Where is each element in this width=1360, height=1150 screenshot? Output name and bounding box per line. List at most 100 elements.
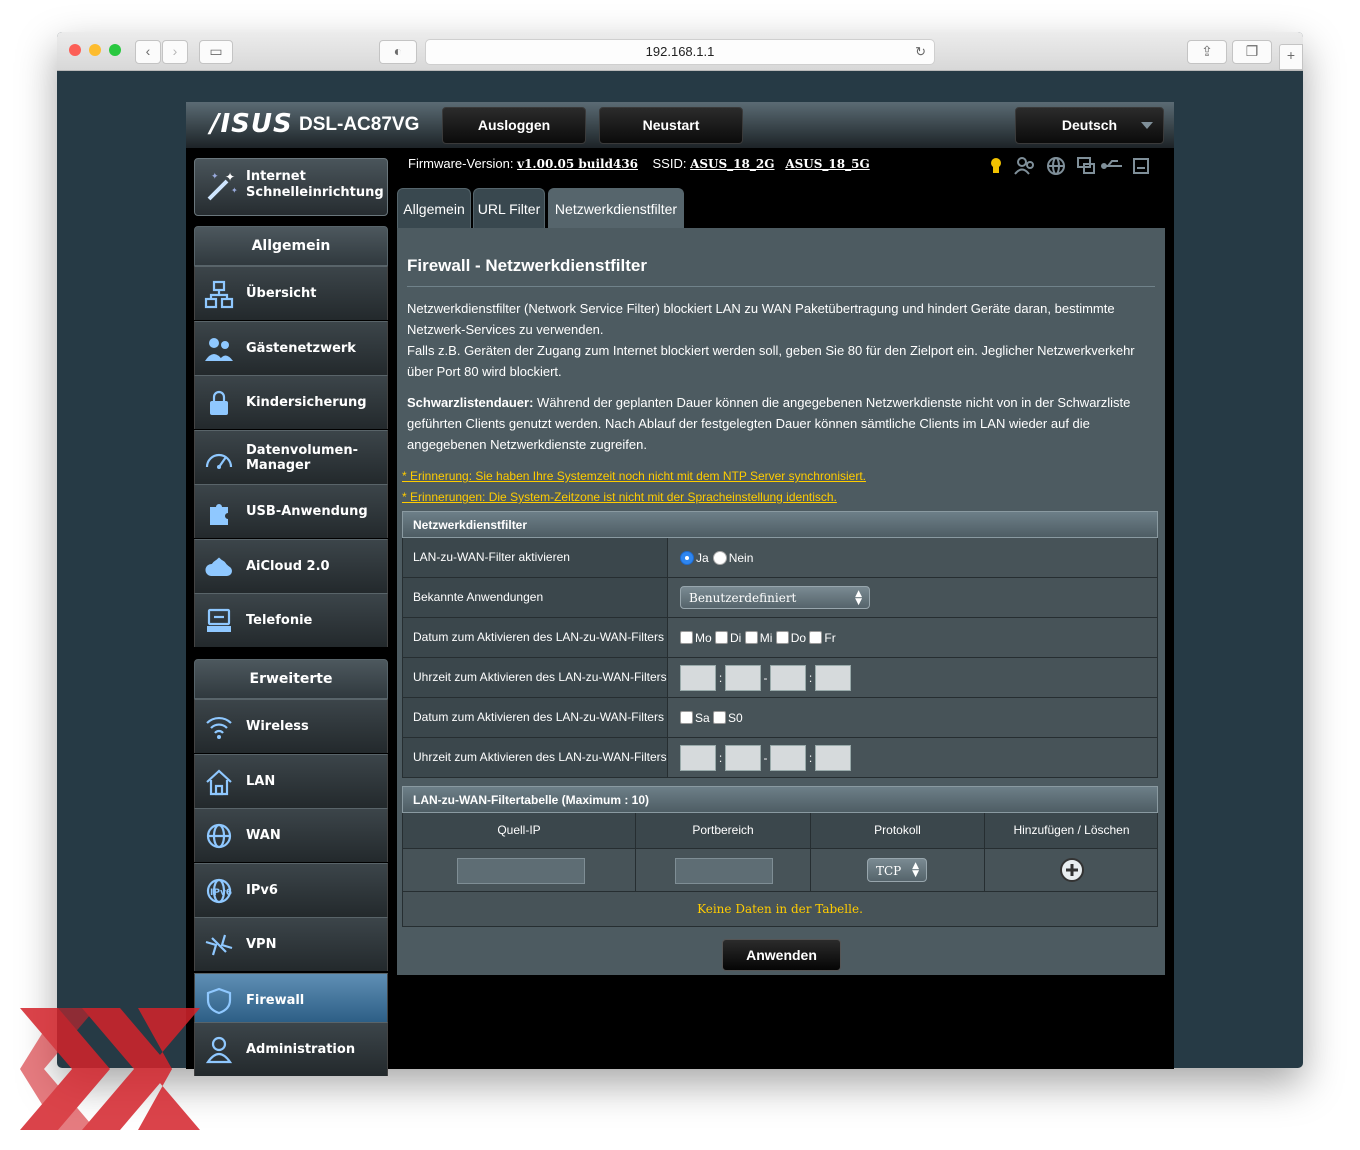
quick-internet-setup-button[interactable]: ✦ ✦ ✦ Internet Schnelleinrichtung [194, 158, 388, 216]
content-panel: Firewall - Netzwerkdienstfilter Netzwerk… [397, 228, 1165, 975]
weekend-end-hour-input[interactable] [770, 744, 806, 771]
title-divider [407, 286, 1155, 287]
language-select[interactable]: Deutsch [1015, 107, 1164, 144]
vpn-icon [204, 930, 234, 960]
share-icon[interactable]: ⇪ [1187, 40, 1227, 64]
sidebar-item-wireless[interactable]: Wireless [194, 699, 388, 753]
sidebar-item-vpn[interactable]: VPN [194, 917, 388, 971]
weekday-end-hour-input[interactable] [770, 664, 806, 691]
add-rule-icon[interactable] [1059, 857, 1085, 883]
sidebar-item-label: Telefonie [246, 613, 313, 628]
description-paragraph-3: Schwarzlistendauer: Während der geplante… [407, 392, 1157, 455]
description-paragraph-2: Falls z.B. Geräten der Zugang zum Intern… [407, 343, 1135, 379]
weekend-start-hour-input[interactable] [680, 744, 716, 771]
apply-button[interactable]: Anwenden [722, 939, 841, 971]
devices-icon[interactable] [1077, 157, 1095, 174]
new-tab-icon[interactable]: + [1279, 44, 1303, 70]
sidebar-item-ipv6[interactable]: IPv6 IPv6 [194, 863, 388, 917]
radio-no[interactable] [712, 550, 727, 565]
language-value: Deutsch [1061, 117, 1118, 133]
firmware-link[interactable]: v1.00.05 build436 [517, 157, 638, 171]
telephony-icon [204, 606, 234, 636]
sidebar-item-übersicht[interactable]: Übersicht [194, 266, 388, 320]
label-so: S0 [728, 710, 743, 725]
sidebar-item-gästenetzwerk[interactable]: Gästenetzwerk [194, 321, 388, 375]
sidebar-item-datenvolumen-manager[interactable]: Datenvolumen-Manager [194, 430, 388, 484]
router-header: /ISUS DSL-AC87VG Ausloggen Neustart Deut… [186, 102, 1174, 148]
sidebar-item-kindersicherung[interactable]: Kindersicherung [194, 375, 388, 429]
sidebar-item-label: IPv6 [246, 883, 278, 898]
known-apps-cell: Benutzerdefiniert ▲ ▼ [680, 578, 870, 617]
tabs-icon[interactable]: ❐ [1232, 40, 1272, 64]
model-name: DSL-AC87VG [299, 114, 420, 135]
weekday-end-minute-input[interactable] [815, 664, 851, 691]
checkbox-mo[interactable] [680, 631, 693, 644]
reload-icon[interactable]: ↻ [915, 40, 926, 64]
lightbulb-icon[interactable] [991, 158, 1001, 173]
sidebar-item-wan[interactable]: WAN [194, 808, 388, 862]
ntp-warning-link[interactable]: * Erinnerung: Sie haben Ihre Systemzeit … [402, 469, 866, 483]
internet-globe-icon[interactable] [1047, 157, 1065, 175]
col-port-range: Portbereich [636, 813, 811, 848]
known-apps-label: Bekannte Anwendungen [403, 578, 668, 617]
label-di: Di [730, 630, 742, 645]
sidebar-toggle-icon[interactable]: ▭ [199, 40, 233, 64]
protocol-select[interactable]: TCP ▲ ▼ [867, 858, 927, 882]
restart-button[interactable]: Neustart [599, 107, 743, 144]
weekend-start-minute-input[interactable] [725, 744, 761, 771]
weekend-end-minute-input[interactable] [815, 744, 851, 771]
usb-icon[interactable] [1101, 160, 1122, 169]
timezone-warning-link[interactable]: * Erinnerungen: Die System-Zeitzone ist … [402, 490, 837, 504]
sidebar-item-label: LAN [246, 774, 276, 789]
back-icon[interactable]: ‹ [135, 40, 161, 64]
checkbox-di[interactable] [715, 631, 729, 644]
url-bar[interactable]: 192.168.1.1 ↻ [425, 39, 935, 65]
weekend-date-label: Datum zum Aktivieren des LAN-zu-WAN-Filt… [403, 698, 668, 737]
known-apps-row: Bekannte Anwendungen Benutzerdefiniert ▲ ▼ [402, 578, 1158, 618]
url-text: 192.168.1.1 [645, 44, 715, 59]
known-apps-select[interactable]: Benutzerdefiniert ▲ ▼ [680, 586, 870, 609]
description-paragraph-1: Netzwerkdienstfilter (Network Service Fi… [407, 301, 1115, 337]
sidebar-item-aicloud-2-0[interactable]: AiCloud 2.0 [194, 539, 388, 593]
logout-button[interactable]: Ausloggen [442, 107, 586, 144]
weekday-start-minute-input[interactable] [725, 664, 761, 691]
weekday-time-row: Uhrzeit zum Aktivieren des LAN-zu-WAN-Fi… [402, 658, 1158, 698]
reader-icon[interactable]: ◐ [379, 40, 417, 64]
tab-network-service-filter[interactable]: Netzwerkdienstfilter [548, 188, 684, 229]
sidebar-item-telefonie[interactable]: Telefonie [194, 593, 388, 647]
protocol-value: TCP [876, 864, 902, 878]
ssid-2g-link[interactable]: ASUS_18_2G [690, 157, 774, 171]
checkbox-so[interactable] [713, 711, 727, 724]
tab-url-filter[interactable]: URL Filter [473, 188, 545, 229]
blacklist-duration-term: Schwarzlistendauer: [407, 395, 534, 410]
port-range-input[interactable] [675, 858, 773, 884]
minimize-window-button[interactable] [89, 44, 101, 56]
asus-logo: /ISUS [210, 109, 293, 139]
radio-yes[interactable] [680, 550, 694, 565]
select-arrows-icon: ▲ ▼ [855, 589, 862, 607]
sidebar-item-firewall[interactable]: Firewall [194, 973, 388, 1022]
checkbox-do[interactable] [775, 631, 789, 644]
weekend-checkboxes: Sa S0 [680, 698, 743, 737]
sidebar-item-lan[interactable]: LAN [194, 754, 388, 808]
sidebar-item-usb-anwendung[interactable]: USB-Anwendung [194, 484, 388, 538]
puzzle-icon [204, 497, 234, 527]
weekday-start-hour-input[interactable] [680, 664, 716, 691]
ssid-5g-link[interactable]: ASUS_18_5G [785, 157, 869, 171]
zoom-window-button[interactable] [109, 44, 121, 56]
weekend-date-row: Datum zum Aktivieren des LAN-zu-WAN-Filt… [402, 698, 1158, 738]
tab-general[interactable]: Allgemein [397, 188, 471, 229]
checkbox-mi[interactable] [744, 631, 758, 644]
checkbox-fr[interactable] [809, 631, 823, 644]
source-ip-input[interactable] [457, 858, 585, 884]
enable-filter-row: LAN-zu-WAN-Filter aktivieren Ja Nein [402, 538, 1158, 578]
checkbox-sa[interactable] [680, 711, 693, 724]
wifi-icon [204, 712, 234, 742]
printer-icon[interactable] [1133, 158, 1149, 174]
sidebar-item-administration[interactable]: Administration [194, 1022, 388, 1076]
svg-text:✦: ✦ [225, 170, 235, 184]
globe-icon [204, 821, 234, 851]
clients-icon[interactable] [1014, 157, 1034, 175]
close-window-button[interactable] [69, 44, 81, 56]
forward-icon[interactable]: › [162, 40, 188, 64]
